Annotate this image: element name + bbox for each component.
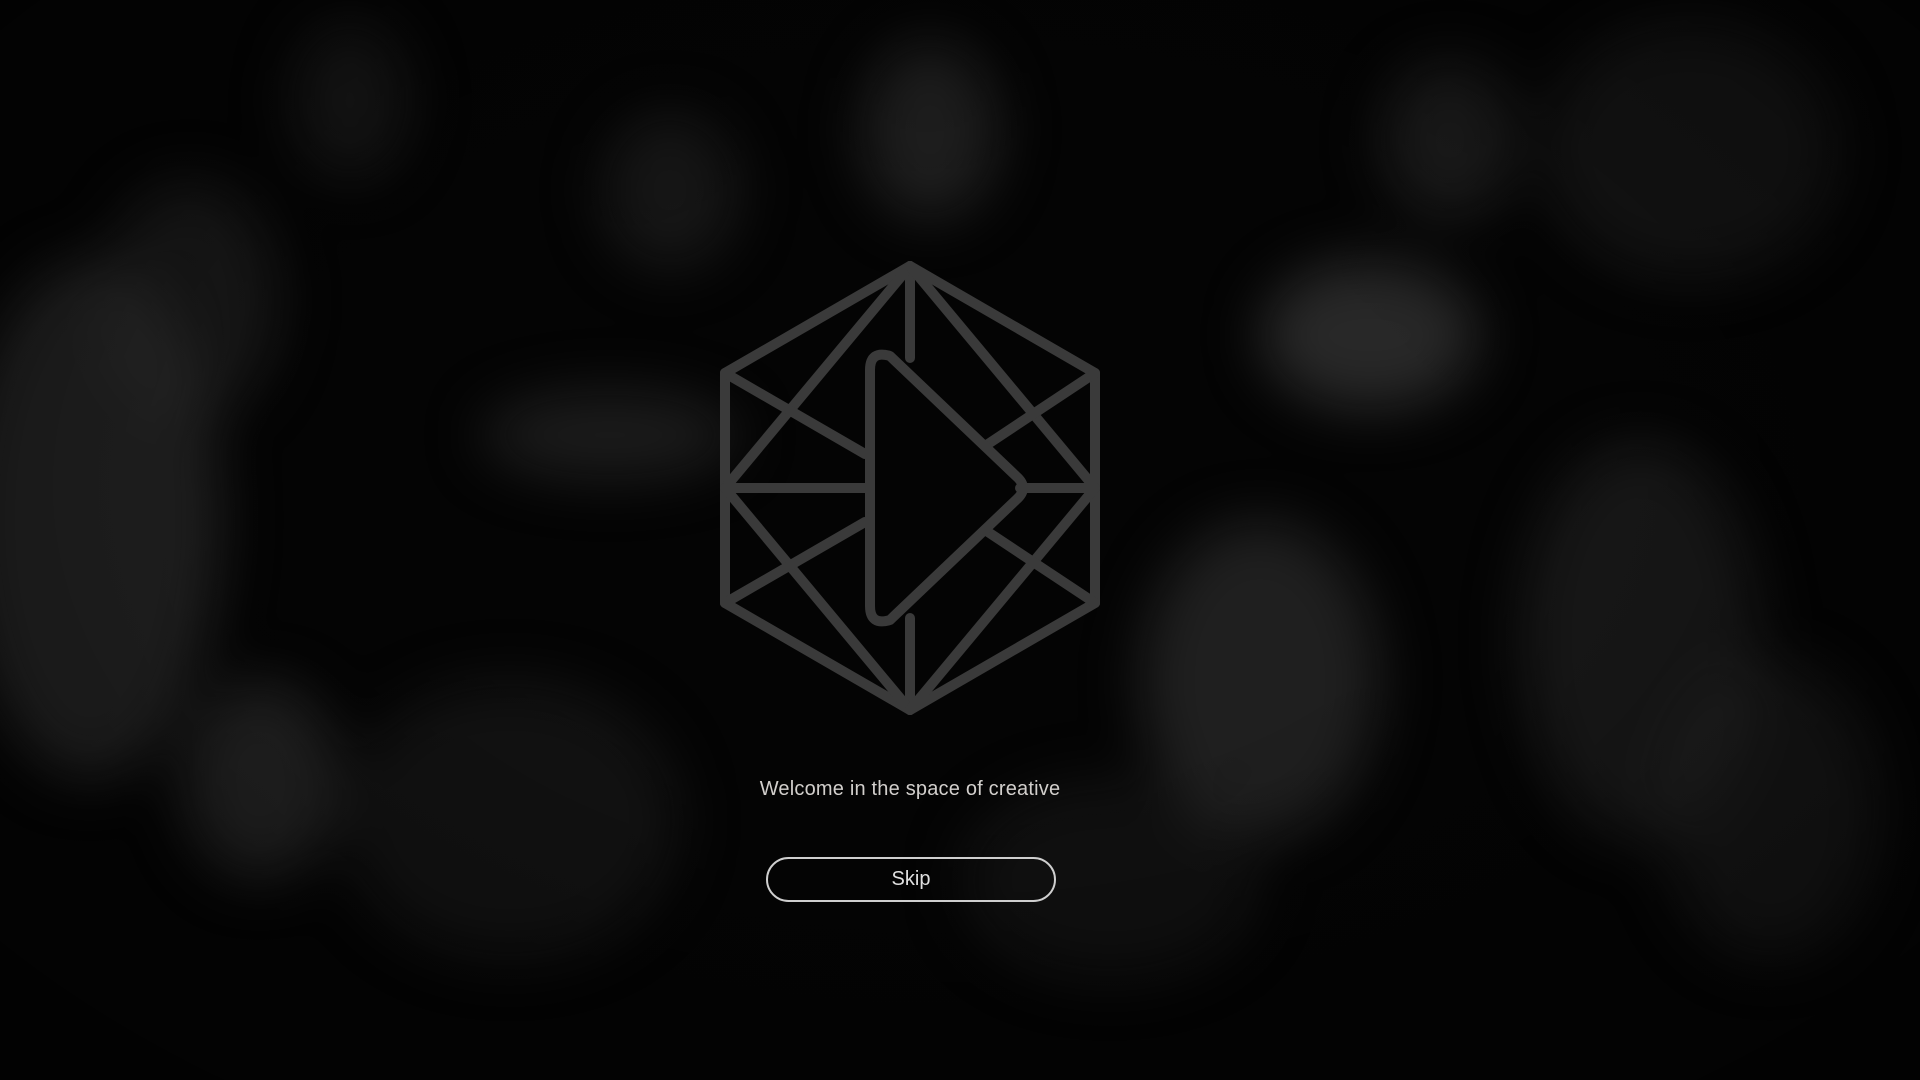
welcome-tagline: Welcome in the space of creative [759, 778, 1061, 800]
hexagon-play-icon [720, 261, 1100, 715]
skip-button[interactable]: Skip [766, 857, 1056, 902]
splash-screen: Welcome in the space of creative Skip [0, 0, 1920, 1080]
